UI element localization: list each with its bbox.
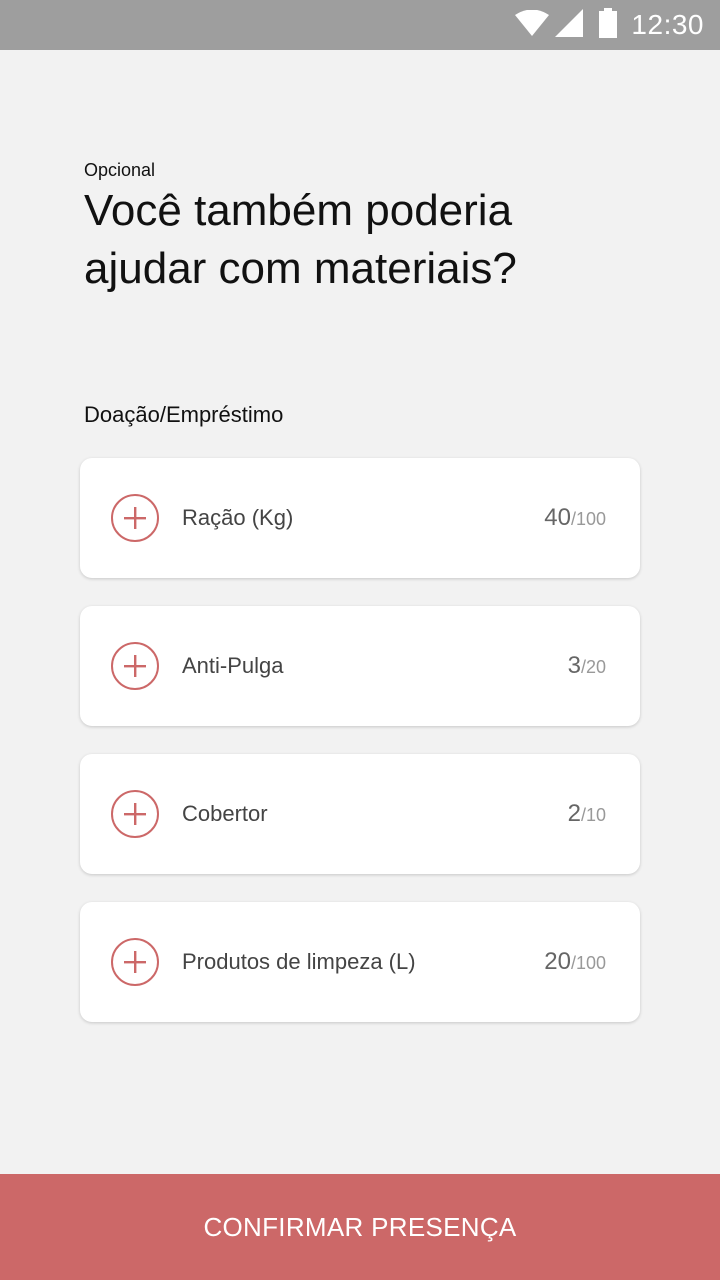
item-label: Cobertor bbox=[182, 801, 268, 826]
item-total: /100 bbox=[570, 953, 606, 973]
item-total: /20 bbox=[580, 657, 606, 677]
battery-icon bbox=[599, 7, 618, 43]
item-current: 40 bbox=[544, 504, 571, 531]
plus-icon bbox=[124, 507, 146, 529]
section-label: Doação/Empréstimo bbox=[84, 402, 284, 427]
plus-icon bbox=[124, 951, 146, 973]
page-title: Você também poderia ajudar com materiais… bbox=[84, 186, 517, 293]
wifi-icon bbox=[515, 9, 550, 41]
item-counter: 40/100 bbox=[544, 504, 606, 532]
item-label: Ração (Kg) bbox=[182, 505, 294, 530]
material-card-racao: Ração (Kg) 40/100 bbox=[80, 458, 640, 578]
confirm-presence-button[interactable]: CONFIRMAR PRESENÇA bbox=[0, 1174, 720, 1280]
add-anti-pulga-button[interactable] bbox=[111, 642, 159, 690]
optional-label: Opcional bbox=[84, 160, 156, 180]
status-time: 12:30 bbox=[631, 9, 704, 40]
material-card-anti-pulga: Anti-Pulga 3/20 bbox=[80, 606, 640, 726]
item-total: /10 bbox=[580, 805, 606, 825]
item-current: 3 bbox=[567, 652, 581, 679]
item-counter: 3/20 bbox=[568, 652, 606, 680]
materials-list: Ração (Kg) 40/100 Anti-Pulga 3/20 Cobert… bbox=[80, 458, 640, 1050]
add-produtos-limpeza-button[interactable] bbox=[111, 938, 159, 986]
item-counter: 20/100 bbox=[544, 948, 606, 976]
cellular-signal-icon bbox=[555, 8, 584, 42]
item-current: 2 bbox=[567, 800, 581, 827]
material-card-cobertor: Cobertor 2/10 bbox=[80, 754, 640, 874]
item-label: Produtos de limpeza (L) bbox=[182, 949, 416, 974]
plus-icon bbox=[124, 655, 146, 677]
item-total: /100 bbox=[570, 509, 606, 529]
item-counter: 2/10 bbox=[568, 800, 606, 828]
add-cobertor-button[interactable] bbox=[111, 790, 159, 838]
material-card-produtos-limpeza: Produtos de limpeza (L) 20/100 bbox=[80, 902, 640, 1022]
add-racao-button[interactable] bbox=[111, 494, 159, 542]
plus-icon bbox=[124, 803, 146, 825]
item-current: 20 bbox=[544, 948, 571, 975]
status-bar: 12:30 bbox=[0, 0, 720, 50]
item-label: Anti-Pulga bbox=[182, 653, 284, 678]
